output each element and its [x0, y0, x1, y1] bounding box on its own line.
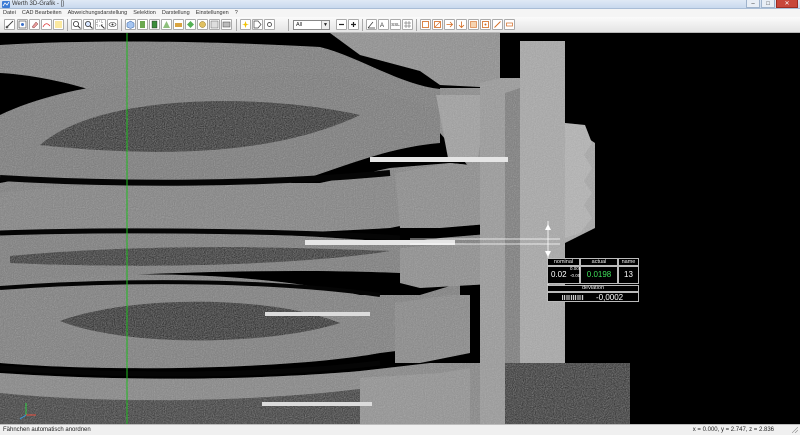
nominal-header: nominal [547, 258, 580, 266]
deviation-row: -0,0002 [547, 292, 639, 302]
measurement-flag[interactable]: nominal actual name 0.02 0.005 -0.005 0.… [547, 258, 639, 302]
menu-bar: Datei CAD Bearbeiten Abweichungsdarstell… [0, 9, 800, 17]
deviation-value: -0,0002 [596, 293, 624, 302]
menu-help[interactable]: ? [235, 9, 238, 17]
arrow-tool-8-icon[interactable] [504, 19, 515, 30]
coordinate-readout: x = 0.000, y = 2.747, z = 2.836 [692, 427, 774, 433]
toolbar-separator [416, 19, 417, 31]
eye-icon[interactable] [107, 19, 118, 30]
arrow-tool-3-icon[interactable] [444, 19, 455, 30]
section-view-4-icon[interactable] [173, 19, 184, 30]
status-message: Fähnchen automatisch anordnen [3, 427, 91, 433]
zoom-fit-icon[interactable] [83, 19, 94, 30]
menu-selektion[interactable]: Selektion [133, 9, 156, 17]
title-bar: Werth 3D-Grafik - [] – □ ✕ [0, 0, 800, 9]
section-view-5-icon[interactable] [185, 19, 196, 30]
blank-icon[interactable] [53, 19, 64, 30]
measure-tool-icon[interactable] [4, 19, 15, 30]
filter-select[interactable]: All ▼ [293, 20, 330, 30]
deviation-header: deviation [547, 285, 639, 292]
menu-cad-bearbeiten[interactable]: CAD Bearbeiten [22, 9, 62, 17]
zoom-window-icon[interactable] [95, 19, 106, 30]
close-button[interactable]: ✕ [776, 0, 798, 8]
ssl-label: SSL [391, 22, 400, 27]
eraser-icon[interactable] [29, 19, 40, 30]
app-window: Werth 3D-Grafik - [] – □ ✕ Datei CAD Bea… [0, 0, 800, 435]
ct-scan-image [0, 33, 630, 424]
3d-viewport[interactable]: nominal actual name 0.02 0.005 -0.005 0.… [0, 33, 800, 424]
tolerance-gauge [562, 295, 584, 300]
toolbar-separator [67, 19, 68, 31]
window-controls: – □ ✕ [746, 0, 798, 9]
section-view-2-icon[interactable] [149, 19, 160, 30]
settings-icon[interactable] [264, 19, 275, 30]
svg-text:A: A [380, 23, 384, 29]
angle-icon[interactable] [366, 19, 377, 30]
maximize-button[interactable]: □ [761, 0, 775, 8]
actual-value: 0.0198 [580, 266, 618, 284]
zoom-plus-button[interactable] [348, 19, 359, 30]
nominal-value: 0.02 [551, 270, 567, 279]
arrow-tool-4-icon[interactable] [456, 19, 467, 30]
menu-abweichungsdarstellung[interactable]: Abweichungsdarstellung [68, 9, 128, 17]
toolbar-separator [121, 19, 122, 31]
toolbar: All ▼ A SSL [0, 17, 800, 33]
select-tool-icon[interactable] [17, 19, 28, 30]
window-title: Werth 3D-Grafik - [] [12, 1, 64, 7]
toolbar-separator [362, 19, 363, 31]
section-view-6-icon[interactable] [197, 19, 208, 30]
name-header: name [618, 258, 639, 266]
chevron-down-icon[interactable]: ▼ [321, 21, 329, 29]
feature-name: 13 [618, 266, 639, 284]
arrow-tool-5-icon[interactable] [468, 19, 479, 30]
pin-bottom [262, 402, 372, 406]
section-view-3-icon[interactable] [161, 19, 172, 30]
ssl-button[interactable]: SSL [390, 19, 401, 30]
arrow-tool-7-icon[interactable] [492, 19, 503, 30]
minimize-button[interactable]: – [746, 0, 760, 8]
arrow-tool-1-icon[interactable] [420, 19, 431, 30]
pin-lower [265, 312, 370, 316]
filter-select-value: All [296, 22, 303, 28]
cut-icon[interactable] [41, 19, 52, 30]
light-icon[interactable] [240, 19, 251, 30]
actual-header: actual [580, 258, 618, 266]
cube-view-icon[interactable] [125, 19, 136, 30]
arrow-tool-6-icon[interactable] [480, 19, 491, 30]
section-view-7-icon[interactable] [209, 19, 220, 30]
menu-darstellung[interactable]: Darstellung [162, 9, 190, 17]
arrow-tool-2-icon[interactable] [432, 19, 443, 30]
section-view-1-icon[interactable] [137, 19, 148, 30]
zoom-minus-button[interactable] [336, 19, 347, 30]
pin-upper [370, 157, 508, 162]
toolbar-separator [288, 19, 289, 31]
resize-grip-icon[interactable] [792, 427, 798, 433]
menu-einstellungen[interactable]: Einstellungen [196, 9, 229, 17]
zoom-in-icon[interactable] [71, 19, 82, 30]
text-icon[interactable]: A [378, 19, 389, 30]
status-bar: Fähnchen automatisch anordnen x = 0.000,… [0, 424, 800, 435]
app-logo-icon [2, 1, 10, 8]
grid-icon[interactable] [402, 19, 413, 30]
display-mode-icon[interactable] [221, 19, 232, 30]
tag-icon[interactable] [252, 19, 263, 30]
menu-datei[interactable]: Datei [3, 9, 16, 17]
toolbar-separator [236, 19, 237, 31]
